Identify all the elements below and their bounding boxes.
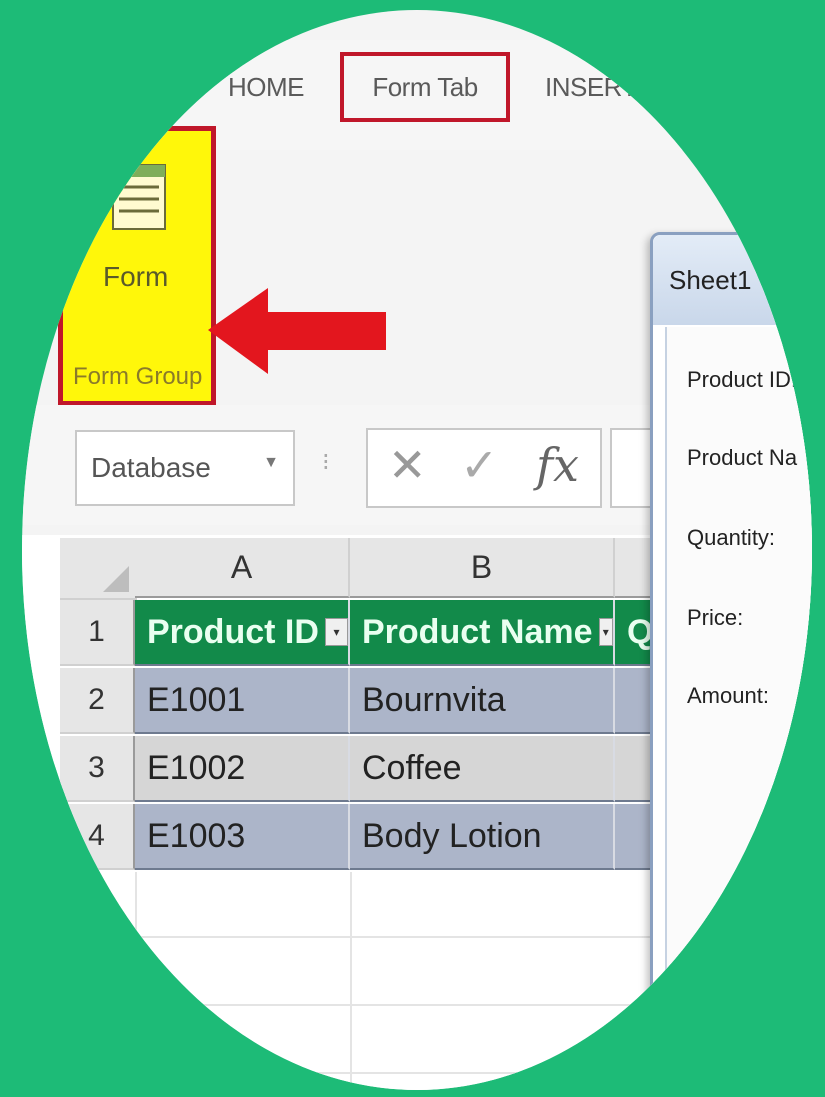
table-cell[interactable]: Coffee — [350, 736, 615, 802]
insert-function-icon[interactable]: fx — [536, 438, 579, 492]
formula-buttons: ✕ ✓ fx — [366, 428, 602, 508]
column-header-b[interactable]: B — [350, 538, 615, 598]
dialog-title: Sheet1 — [669, 265, 752, 295]
chevron-down-icon[interactable]: ▼ — [263, 454, 279, 472]
table-cell[interactable]: E1003 — [135, 804, 350, 870]
red-arrow-icon — [208, 288, 386, 374]
select-all-icon — [103, 566, 129, 592]
field-label-quantity: Quantity: — [687, 525, 776, 550]
table-cell[interactable]: E1002 — [135, 736, 350, 802]
tab-form[interactable]: Form Tab — [340, 52, 510, 122]
field-label-price: Price: — [687, 605, 744, 630]
table-header-cell[interactable]: Product ID ▾ — [135, 600, 350, 666]
table-cell[interactable]: Body Lotion — [350, 804, 615, 870]
dialog-body: Product ID: Product Na Quantity: Price: … — [665, 327, 812, 1047]
cancel-icon[interactable]: ✕ — [388, 438, 427, 492]
check-icon[interactable]: ✓ — [460, 438, 499, 492]
filter-dropdown-icon[interactable]: ▾ — [324, 618, 348, 646]
field-label-product-id: Product ID: — [687, 367, 798, 392]
gridline — [350, 872, 352, 1090]
field-label-amount: Amount: — [687, 683, 769, 708]
separator-icon: ⁝ — [322, 449, 330, 476]
table-cell[interactable]: E1001 — [135, 668, 350, 734]
column-header-a[interactable]: A — [135, 538, 350, 598]
name-box[interactable]: Database ▼ — [75, 430, 295, 506]
form-button-label[interactable]: Form — [103, 261, 168, 293]
form-group: Form Form Group — [58, 126, 216, 406]
gridline — [135, 872, 137, 1090]
select-all-corner[interactable] — [60, 538, 137, 600]
table-header-cell[interactable]: Product Name ▾ — [350, 600, 615, 666]
row-header-2[interactable]: 2 — [60, 668, 135, 734]
row-header-1[interactable]: 1 — [60, 600, 135, 666]
table-cell[interactable]: Bournvita — [350, 668, 615, 734]
header-label: Product ID — [147, 612, 319, 651]
tab-home[interactable]: HOME — [228, 72, 305, 103]
form-group-label: Form Group — [73, 363, 203, 390]
form-icon[interactable] — [111, 161, 167, 233]
field-label-product-name: Product Na — [687, 445, 798, 470]
row-header-4[interactable]: 4 — [60, 804, 135, 870]
data-form-dialog: Sheet1 Product ID: Product Na Quantity: … — [650, 232, 812, 1058]
name-box-value: Database — [91, 452, 211, 483]
tab-insert[interactable]: INSERT — [545, 72, 637, 103]
header-label: Product Name — [362, 612, 593, 651]
row-header-3[interactable]: 3 — [60, 736, 135, 802]
spotlight-oval: HOME Form Tab INSERT Form Form Group Dat… — [22, 10, 812, 1090]
filter-dropdown-icon[interactable]: ▾ — [598, 618, 613, 646]
dialog-title-bar[interactable]: Sheet1 — [653, 235, 812, 325]
